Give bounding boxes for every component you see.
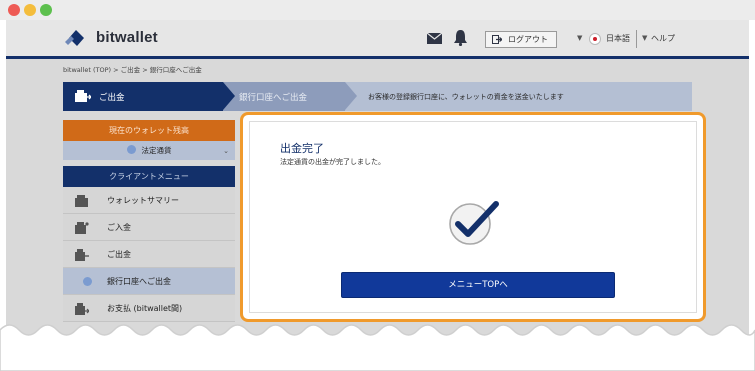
coin-icon: [126, 145, 136, 154]
sidebar-item-payment[interactable]: お支払 (bitwallet間): [63, 295, 235, 322]
page-viewport: bitwallet ログアウト ▼ 日本語 ▼ ヘルプ bitwallet (T…: [6, 20, 749, 350]
logout-label: ログアウト: [508, 35, 548, 44]
maximize-window-button[interactable]: [40, 4, 52, 16]
site-header: bitwallet ログアウト ▼ 日本語 ▼ ヘルプ: [6, 20, 749, 57]
sidebar-item-bank-withdraw[interactable]: 銀行口座へご出金: [63, 268, 235, 295]
breadcrumb[interactable]: bitwallet (TOP) > ご出金 > 銀行口座へご出金: [63, 64, 202, 74]
withdraw-wallet-icon: [75, 90, 91, 102]
sidebar-item-label: ウォレットサマリー: [107, 196, 179, 205]
help-dropdown-icon[interactable]: ▼: [642, 34, 647, 42]
withdraw-icon: [75, 249, 89, 261]
withdraw-complete-dialog: 出金完了 法定通貨の出金が完了しました。 メニューTOPへ: [240, 112, 706, 322]
sidebar: 現在のウォレット残高 法定通貨 ⌄ クライアントメニュー ウォレットサマリー ご…: [63, 120, 235, 322]
logout-button[interactable]: ログアウト: [485, 31, 557, 48]
bell-icon[interactable]: [453, 29, 468, 46]
coin-icon: [83, 277, 92, 286]
help-link[interactable]: ヘルプ: [651, 33, 675, 44]
logout-icon: [492, 35, 502, 44]
check-circle-icon: [449, 201, 499, 245]
dialog-message: 法定通貨の出金が完了しました。: [280, 158, 385, 166]
step-progress-bar: ご出金 銀行口座へご出金 お客様の登録銀行口座に、ウォレットの資金を送金いたしま…: [63, 82, 692, 111]
japan-flag-icon: [589, 33, 601, 45]
step-description: お客様の登録銀行口座に、ウォレットの資金を送金いたします: [368, 93, 564, 101]
step-withdraw: ご出金: [63, 82, 223, 111]
language-dropdown-icon[interactable]: ▼: [577, 34, 582, 42]
sidebar-item-label: ご出金: [107, 250, 131, 259]
logo-text[interactable]: bitwallet: [96, 29, 158, 46]
deposit-icon: [75, 222, 89, 234]
step1-label: ご出金: [99, 93, 125, 103]
close-window-button[interactable]: [8, 4, 20, 16]
header-rule: [6, 56, 749, 59]
bitwallet-logo-icon[interactable]: [65, 29, 85, 47]
mail-icon[interactable]: [427, 33, 442, 44]
header-divider: [636, 30, 637, 48]
payment-icon: [75, 303, 89, 315]
sidebar-item-deposit[interactable]: ご入金: [63, 214, 235, 241]
chevron-down-icon: ⌄: [223, 147, 229, 155]
wallet-icon: [75, 195, 88, 207]
browser-window: bitwallet ログアウト ▼ 日本語 ▼ ヘルプ bitwallet (T…: [0, 0, 755, 371]
sidebar-item-wallet-summary[interactable]: ウォレットサマリー: [63, 187, 235, 214]
step2-arrow: [345, 82, 357, 110]
sidebar-item-label: お支払 (bitwallet間): [107, 304, 183, 313]
currency-select[interactable]: 法定通貨 ⌄: [63, 141, 235, 160]
window-titlebar: [0, 0, 755, 20]
language-selector[interactable]: 日本語: [606, 33, 630, 44]
wallet-balance-header[interactable]: 現在のウォレット残高: [63, 120, 235, 141]
sidebar-item-label: ご入金: [107, 223, 131, 232]
torn-edge-decoration: [0, 324, 755, 371]
step2-label: 銀行口座へご出金: [239, 93, 308, 103]
dialog-title: 出金完了: [280, 142, 324, 155]
dialog-body: 出金完了 法定通貨の出金が完了しました。 メニューTOPへ: [249, 121, 697, 313]
client-menu-title: クライアントメニュー: [63, 166, 235, 187]
sidebar-item-withdraw[interactable]: ご出金: [63, 241, 235, 268]
menu-top-button[interactable]: メニューTOPへ: [341, 272, 615, 298]
minimize-window-button[interactable]: [24, 4, 36, 16]
currency-select-label: 法定通貨: [141, 146, 172, 155]
sidebar-item-label: 銀行口座へご出金: [107, 277, 171, 286]
step-bank-withdraw: 銀行口座へご出金: [235, 82, 345, 111]
step1-arrow: [223, 82, 235, 110]
